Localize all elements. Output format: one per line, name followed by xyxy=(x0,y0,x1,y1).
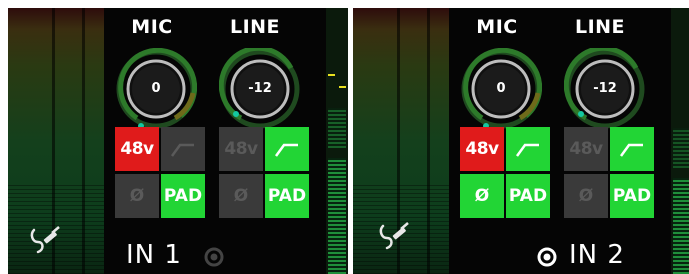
polarity-label: Ø xyxy=(474,186,490,206)
line-phantom-48v-button[interactable]: 48v xyxy=(564,127,608,171)
polarity-label: Ø xyxy=(129,186,145,206)
polarity-label: Ø xyxy=(233,186,249,206)
level-meter xyxy=(671,8,689,274)
line-gain-knob[interactable]: -12 xyxy=(218,45,301,130)
high-pass-filter-icon xyxy=(515,143,539,157)
instrument-jack-icon xyxy=(379,222,409,250)
input-select-icon[interactable] xyxy=(537,247,557,267)
input-select-icon[interactable] xyxy=(204,247,224,267)
polarity-label: Ø xyxy=(578,186,594,206)
mic-gain-value: 0 xyxy=(151,81,161,96)
mic-polarity-button[interactable]: Ø xyxy=(460,174,504,218)
mic-phantom-48v-button[interactable]: 48v xyxy=(460,127,504,171)
high-pass-filter-icon xyxy=(619,143,643,157)
mic-gain-knob[interactable]: 0 xyxy=(115,47,198,130)
line-high-pass-filter-button[interactable] xyxy=(265,127,309,171)
mic-label: MIC xyxy=(476,16,518,38)
line-gain-value: -12 xyxy=(593,81,617,96)
instrument-jack-icon xyxy=(30,226,60,254)
input-channel-1: MIC LINE 0 -12 48v Ø PAD 48v Ø PAD IN 1 xyxy=(8,8,348,274)
pad-label: PAD xyxy=(612,186,652,206)
input-channel-2: MIC LINE 0 -12 48v Ø PAD 48v Ø PAD IN 2 xyxy=(353,8,689,274)
line-gain-value: -12 xyxy=(248,81,272,96)
input-label: IN 2 xyxy=(569,240,625,270)
channel-controls: MIC LINE 0 -12 48v xyxy=(104,8,326,274)
phantom-label: 48v xyxy=(569,139,603,159)
high-pass-filter-icon xyxy=(274,143,298,157)
channel-controls: MIC LINE 0 -12 48v xyxy=(449,8,671,274)
level-meter xyxy=(326,8,348,274)
mic-gain-value: 0 xyxy=(496,81,506,96)
mic-phantom-48v-button[interactable]: 48v xyxy=(115,127,159,171)
mic-pad-button[interactable]: PAD xyxy=(161,174,205,218)
line-polarity-button[interactable]: Ø xyxy=(564,174,608,218)
mic-high-pass-filter-button[interactable] xyxy=(506,127,550,171)
pad-label: PAD xyxy=(163,186,203,206)
pad-label: PAD xyxy=(267,186,307,206)
line-pad-button[interactable]: PAD xyxy=(610,174,654,218)
line-polarity-button[interactable]: Ø xyxy=(219,174,263,218)
line-high-pass-filter-button[interactable] xyxy=(610,127,654,171)
mic-gain-knob[interactable]: 0 xyxy=(460,47,543,130)
input-label: IN 1 xyxy=(126,240,182,270)
phantom-label: 48v xyxy=(465,139,499,159)
mic-high-pass-filter-button[interactable] xyxy=(161,127,205,171)
mic-polarity-button[interactable]: Ø xyxy=(115,174,159,218)
mic-pad-button[interactable]: PAD xyxy=(506,174,550,218)
mic-label: MIC xyxy=(131,16,173,38)
high-pass-filter-icon xyxy=(170,143,194,157)
line-label: LINE xyxy=(574,16,626,38)
phantom-label: 48v xyxy=(120,139,154,159)
line-pad-button[interactable]: PAD xyxy=(265,174,309,218)
line-gain-knob[interactable]: -12 xyxy=(563,45,646,130)
phantom-label: 48v xyxy=(224,139,258,159)
line-label: LINE xyxy=(229,16,281,38)
line-phantom-48v-button[interactable]: 48v xyxy=(219,127,263,171)
pad-label: PAD xyxy=(508,186,548,206)
